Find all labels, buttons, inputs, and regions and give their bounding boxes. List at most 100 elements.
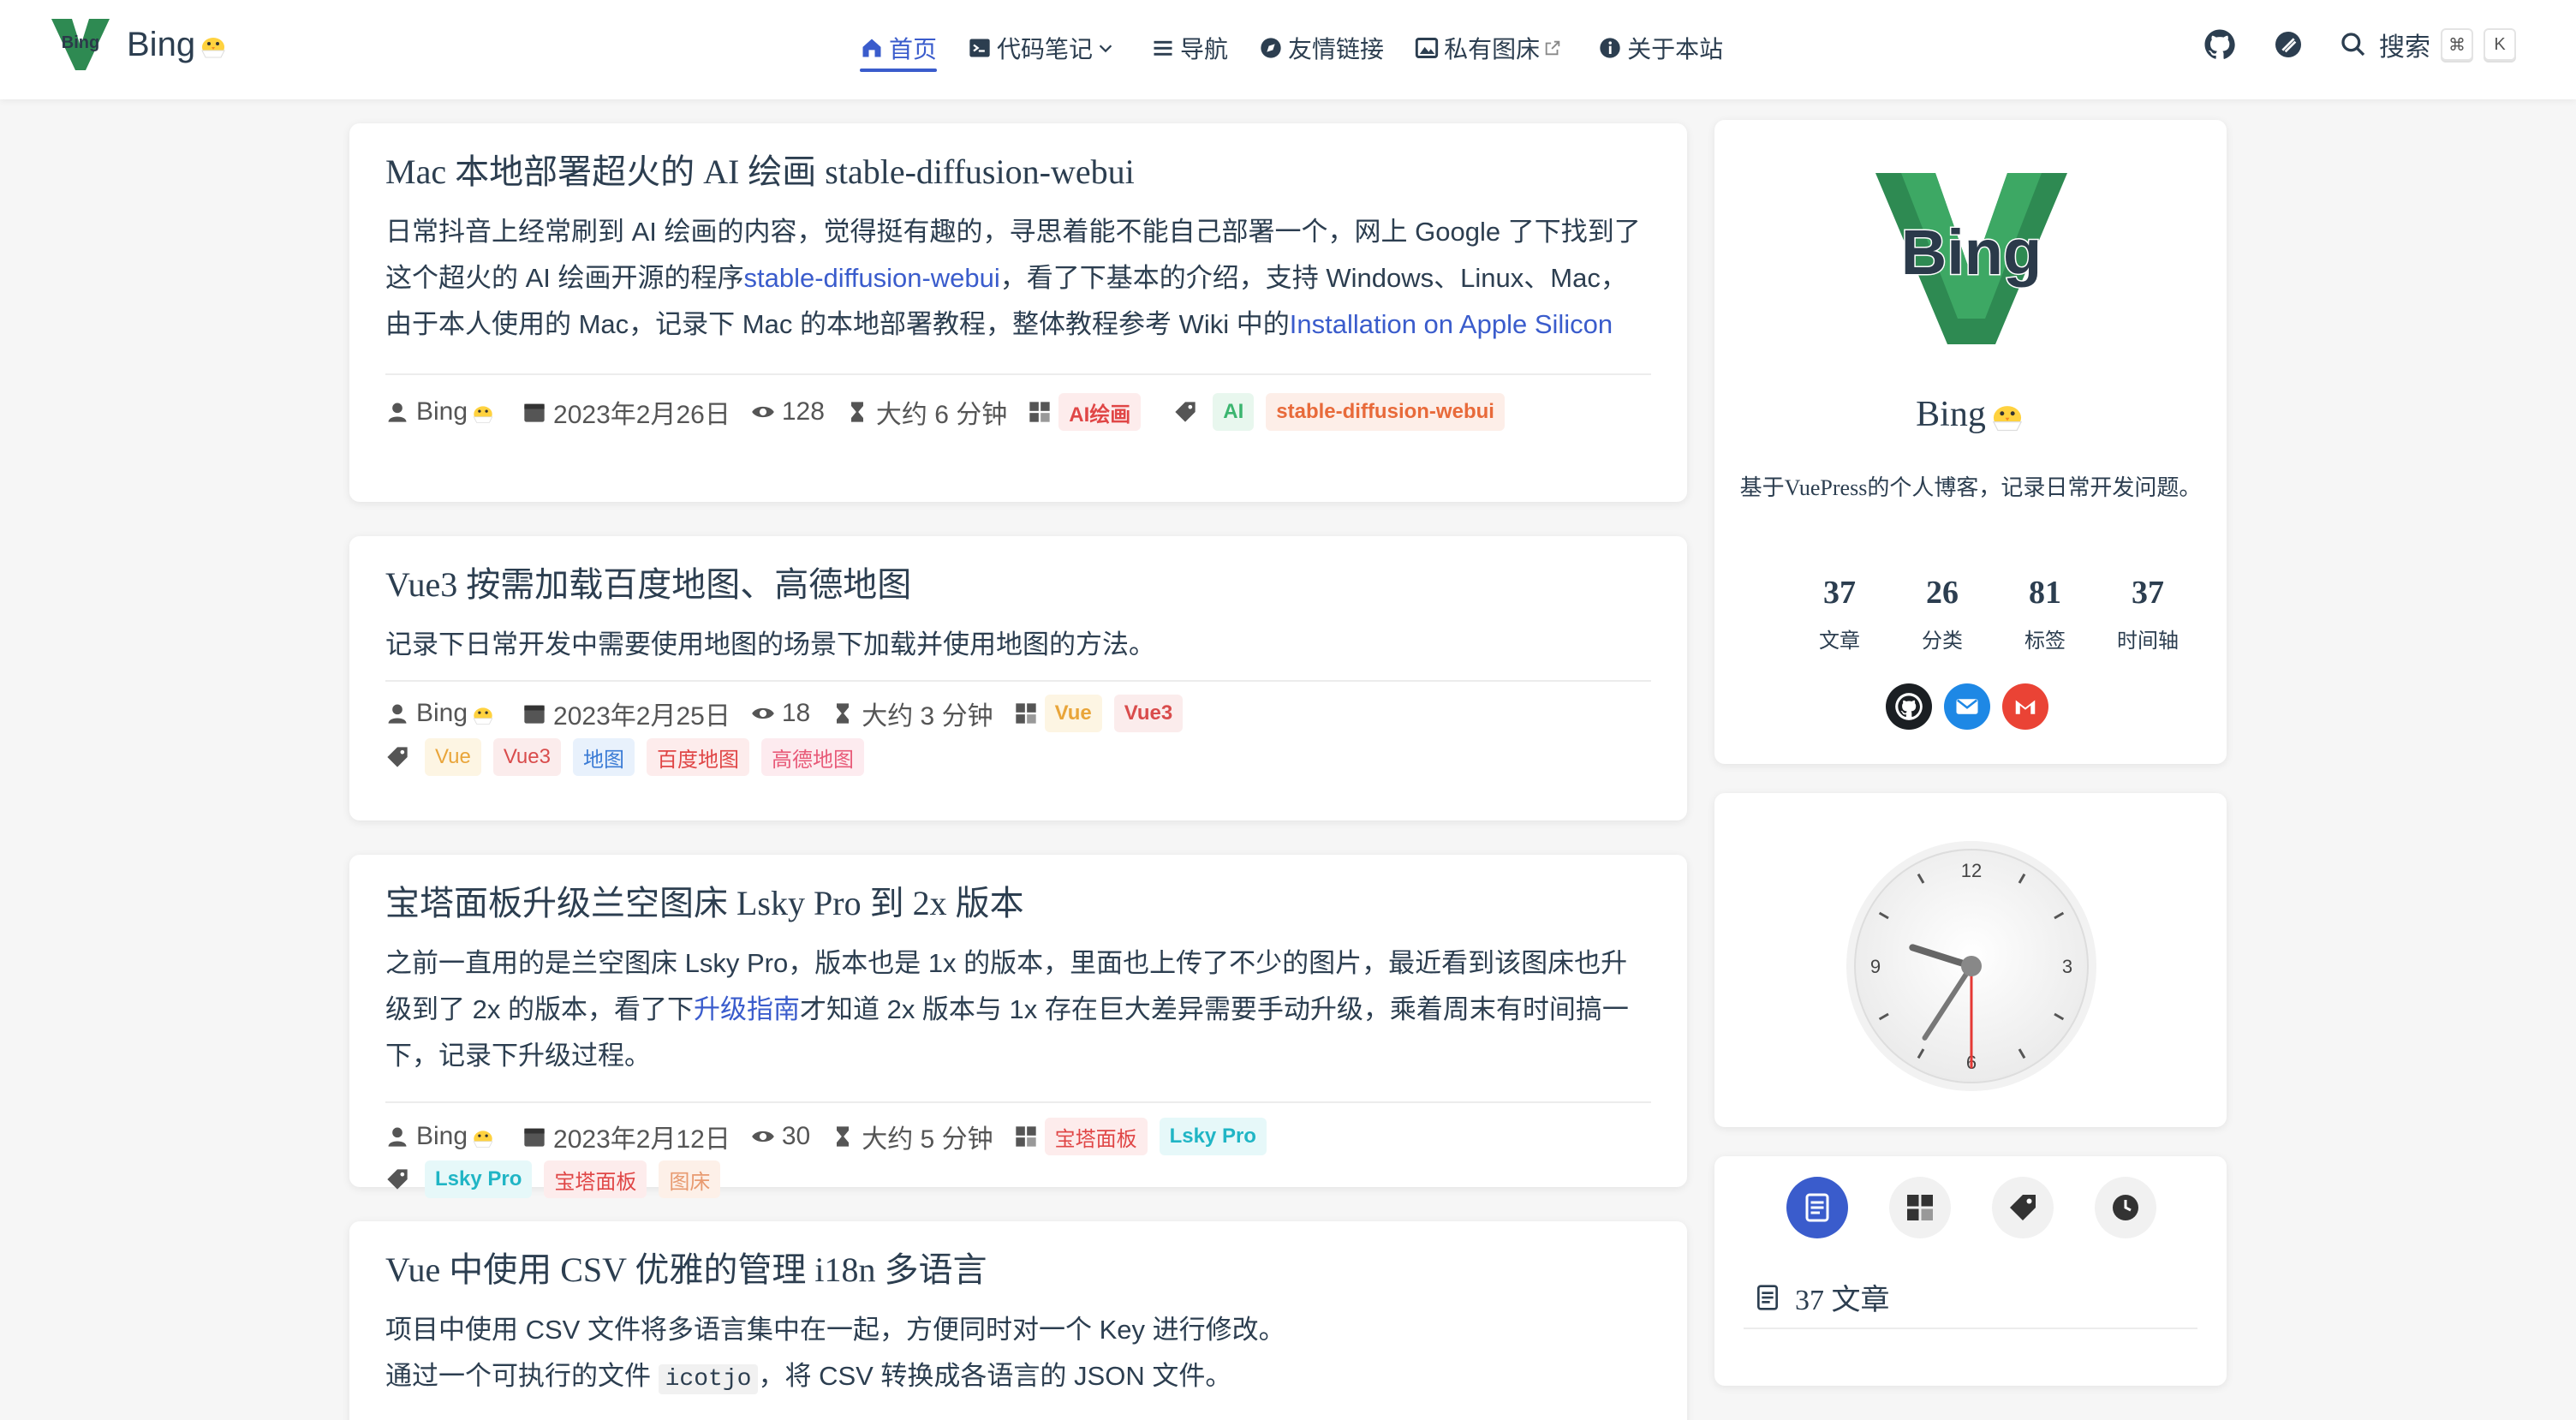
- article-excerpt: 记录下日常开发中需要使用地图的场景下加载并使用地图的方法。: [385, 629, 1155, 659]
- author[interactable]: Bing: [385, 692, 502, 735]
- chick-icon: [473, 406, 493, 423]
- calendar-icon: [524, 705, 545, 724]
- views: 128: [751, 391, 825, 433]
- reading-time-text: 大约 5 分钟: [862, 1125, 993, 1154]
- stat-label: 标签: [2024, 629, 2066, 653]
- nav-item-image-host[interactable]: 私有图床: [1415, 29, 1567, 67]
- blog-info-tabs: [1786, 1177, 2197, 1238]
- nav-item-home[interactable]: 首页: [860, 29, 938, 72]
- social-email[interactable]: [1944, 683, 1990, 730]
- categories: 宝塔面板 Lsky Pro: [1014, 1115, 1279, 1158]
- article-card[interactable]: Mac 本地部署超火的 AI 绘画 stable-diffusion-webui…: [349, 123, 1687, 502]
- article-excerpt: 通过一个可执行的文件 icotjo ，将 CSV 转换成各语言的 JSON 文件。: [385, 1353, 1651, 1403]
- eye-icon: [752, 406, 774, 418]
- tags: Lsky Pro 宝塔面板 图床: [385, 1158, 732, 1201]
- list-icon: [1154, 40, 1172, 56]
- author[interactable]: Bing: [385, 391, 502, 433]
- nav-item-code-notes[interactable]: 代码笔记: [968, 29, 1120, 67]
- social-gmail[interactable]: [2002, 683, 2048, 730]
- nav-item-home-label: 首页: [889, 36, 938, 63]
- article-card[interactable]: 宝塔面板升级兰空图床 Lsky Pro 到 2x 版本 之前一直用的是兰空图床 …: [349, 855, 1687, 1198]
- tag-chip[interactable]: Lsky Pro: [425, 1160, 533, 1198]
- chevron-down-icon: [1099, 45, 1112, 53]
- svg-text:Bing: Bing: [62, 33, 99, 52]
- social-links: [1886, 683, 2060, 730]
- social-github[interactable]: [1886, 683, 1932, 730]
- github-icon[interactable]: [2203, 27, 2237, 62]
- category-tag[interactable]: Lsky Pro: [1159, 1118, 1267, 1155]
- profile-logo-icon: Bing: [1875, 173, 2067, 344]
- profile-name: Bing: [1714, 394, 2227, 435]
- nav-item-image-host-label: 私有图床: [1444, 36, 1541, 63]
- stat-categories[interactable]: 26 分类: [1891, 574, 1994, 653]
- tags: Vue Vue3 地图 百度地图 高德地图: [385, 735, 1651, 779]
- tab-tags[interactable]: [1992, 1177, 2054, 1238]
- profile-description: 基于VuePress的个人博客，记录日常开发问题。: [1739, 475, 2202, 500]
- tag-chip[interactable]: Vue: [425, 738, 481, 776]
- views: 18: [751, 692, 810, 735]
- author-name: Bing: [416, 699, 468, 727]
- stat-timeline[interactable]: 37 时间轴: [2096, 574, 2199, 653]
- divider: [1744, 1328, 2197, 1329]
- tab-timeline[interactable]: [2095, 1177, 2156, 1238]
- category-tag[interactable]: AI绘画: [1058, 393, 1142, 431]
- nav-item-navigation[interactable]: 导航: [1151, 29, 1228, 67]
- category-tag[interactable]: Vue3: [1113, 695, 1184, 732]
- tag-chip[interactable]: 地图: [572, 738, 635, 776]
- tab-articles[interactable]: [1786, 1177, 1848, 1238]
- tag-chip[interactable]: stable-diffusion-webui: [1266, 393, 1505, 431]
- email-icon: [1956, 699, 1978, 714]
- category-tag[interactable]: Vue: [1044, 695, 1102, 732]
- hourglass-icon: [850, 402, 863, 422]
- article-title[interactable]: 宝塔面板升级兰空图床 Lsky Pro 到 2x 版本: [385, 880, 1651, 927]
- chick-icon: [473, 1131, 493, 1148]
- stat-articles[interactable]: 37 文章: [1788, 574, 1891, 653]
- brand-link[interactable]: Bing Bing: [50, 17, 228, 72]
- theme-toggle-icon[interactable]: [2271, 27, 2305, 62]
- views-count: 30: [781, 1122, 811, 1150]
- nav-item-friend-links[interactable]: 友情链接: [1259, 29, 1384, 67]
- tab-categories[interactable]: [1889, 1177, 1951, 1238]
- author-name: Bing: [416, 1122, 468, 1150]
- brand-logo-icon: Bing: [51, 19, 110, 70]
- tag-chip[interactable]: 高德地图: [760, 738, 864, 776]
- kbd-k-key: K: [2484, 28, 2516, 61]
- tag-chip[interactable]: 图床: [659, 1160, 721, 1198]
- article-title[interactable]: Vue 中使用 CSV 优雅的管理 i18n 多语言: [385, 1247, 1651, 1293]
- stat-number: 37: [2132, 575, 2164, 611]
- tag-chip[interactable]: Vue3: [492, 738, 561, 776]
- article-card[interactable]: Vue 中使用 CSV 优雅的管理 i18n 多语言 项目中使用 CSV 文件将…: [349, 1221, 1687, 1420]
- user-icon: [388, 403, 407, 422]
- tag-icon: [2010, 1195, 2036, 1220]
- tag-chip[interactable]: 百度地图: [646, 738, 749, 776]
- article-icon: [1805, 1193, 1829, 1222]
- excerpt-link[interactable]: stable-diffusion-webui: [744, 263, 1000, 293]
- svg-text:Bing: Bing: [1901, 217, 2042, 288]
- excerpt-link[interactable]: Installation on Apple Silicon: [1290, 309, 1613, 339]
- search-icon: [2341, 33, 2365, 57]
- hourglass-icon: [837, 1126, 850, 1147]
- reading-time: 大约 3 分钟: [831, 692, 993, 735]
- nav-item-about[interactable]: 关于本站: [1598, 29, 1723, 67]
- article-title[interactable]: Vue3 按需加载百度地图、高德地图: [385, 562, 1651, 608]
- category-icon: [1907, 1195, 1933, 1220]
- categories: AI绘画: [1028, 391, 1153, 433]
- clock-numeral-3: 3: [2062, 956, 2072, 977]
- search-button[interactable]: 搜索 ⌘ K: [2340, 26, 2516, 63]
- date: 2023年2月12日: [522, 1115, 730, 1158]
- tag-chip[interactable]: 宝塔面板: [544, 1160, 647, 1198]
- category-tag[interactable]: 宝塔面板: [1044, 1118, 1148, 1155]
- article-card[interactable]: Vue3 按需加载百度地图、高德地图 记录下日常开发中需要使用地图的场景下加载并…: [349, 536, 1687, 820]
- info-icon: [1600, 38, 1620, 58]
- stat-tags[interactable]: 81 标签: [1994, 574, 2096, 653]
- article-title[interactable]: Mac 本地部署超火的 AI 绘画 stable-diffusion-webui: [385, 149, 1651, 195]
- author[interactable]: Bing: [385, 1115, 502, 1158]
- profile-card: Bing Bing 基于VuePress的个人博客，记录日常开发问题。 37 文…: [1714, 120, 2227, 764]
- nav-item-navigation-label: 导航: [1180, 36, 1229, 63]
- excerpt-link[interactable]: 升级指南: [694, 994, 800, 1024]
- article-meta: Bing 2023年2月12日 30 大约 5 分钟 宝塔面板 Lsky Pro…: [385, 1103, 1651, 1216]
- tag-chip[interactable]: AI: [1213, 393, 1255, 431]
- excerpt-text: ，将 CSV 转换成各语言的 JSON 文件。: [758, 1361, 1232, 1391]
- article-meta: Bing 2023年2月25日 18 大约 3 分钟 Vue Vue3 Vue …: [385, 682, 1651, 795]
- category-icon: [1015, 1126, 1036, 1147]
